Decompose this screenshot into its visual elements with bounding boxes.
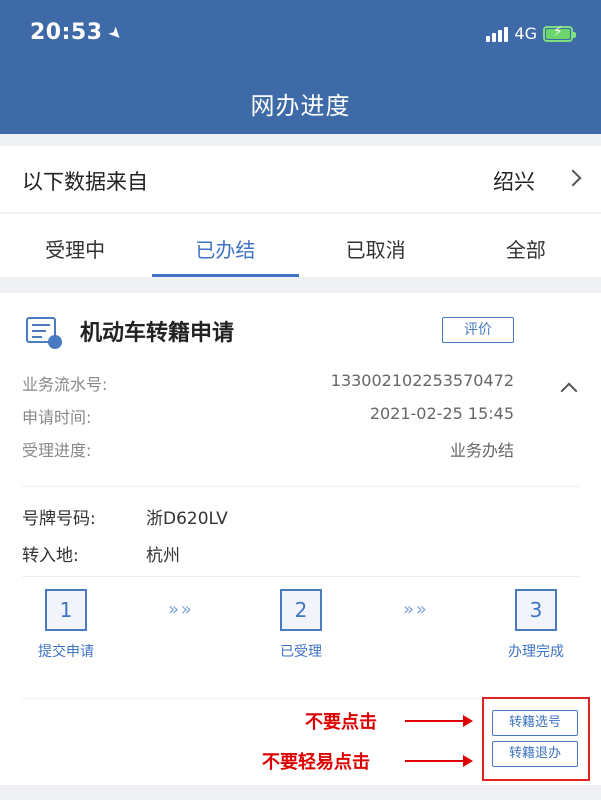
step-number: 1 [45,589,87,631]
step-label: 已受理 [280,644,322,660]
card-title: 机动车转籍申请 [80,321,235,346]
plate-number-value: 浙D620LV [146,509,228,529]
step-label: 提交申请 [38,644,94,660]
plate-number-label: 号牌号码: [22,509,96,529]
progress-label: 受理进度: [22,441,92,460]
warning-highlight-frame [482,697,590,781]
step-3: 3 办理完成 [486,589,586,661]
status-right: 4G ⚡ [486,24,576,43]
tab-cancelled[interactable]: 已取消 [301,214,451,277]
apply-time-value: 2021-02-25 15:45 [369,404,514,423]
apply-time-row: 申请时间: 2021-02-25 15:45 [22,404,514,428]
transfer-to-label: 转入地: [22,546,79,566]
serial-number-value: 133002102253570472 [330,371,514,390]
tab-processing[interactable]: 受理中 [0,214,150,277]
network-label: 4G [514,24,537,43]
battery-charging-icon: ⚡ [543,24,576,42]
time-text: 20:53 [30,20,103,45]
transfer-to-row: 转入地: 杭州 [22,541,180,566]
serial-number-row: 业务流水号: 133002102253570472 [22,371,514,395]
location-arrow-icon: ➤ [103,21,128,46]
step-number: 3 [515,589,557,631]
page-title: 网办进度 [250,92,351,120]
step-label: 办理完成 [508,644,564,660]
status-time: 20:53➤ [30,20,127,45]
double-chevron-icon: » » [168,599,192,620]
warning-do-not-click-lightly: 不要轻易点击 [262,752,370,773]
red-arrow-icon [405,755,473,767]
divider [22,486,579,487]
transfer-to-value: 杭州 [146,546,180,566]
step-2: 2 已受理 [251,589,351,661]
progress-row: 受理进度: 业务办结 [22,437,514,461]
collapse-chevron-up-icon[interactable] [560,382,578,400]
chevron-right-icon [564,169,582,187]
apply-time-label: 申请时间: [22,408,92,427]
rate-button[interactable]: 评价 [442,317,514,343]
step-1: 1 提交申请 [16,589,116,661]
red-arrow-icon [405,715,473,727]
step-number: 2 [280,589,322,631]
source-label: 以下数据来自 [22,170,148,194]
warning-do-not-click: 不要点击 [305,712,377,733]
document-icon [26,317,62,349]
progress-value: 业务办结 [449,441,514,460]
data-source-row[interactable]: 以下数据来自 绍兴 [0,146,601,212]
divider [22,576,579,577]
signal-icon [486,26,509,42]
plate-number-row: 号牌号码: 浙D620LV [22,504,228,529]
source-city: 绍兴 [493,170,535,194]
tab-all[interactable]: 全部 [451,214,601,277]
double-chevron-icon: » » [403,599,427,620]
tab-completed[interactable]: 已办结 [150,214,300,277]
top-bar: 20:53➤ 4G ⚡ 网办进度 [0,0,601,134]
serial-number-label: 业务流水号: [22,375,108,394]
status-tabs: 受理中 已办结 已取消 全部 [0,213,601,277]
